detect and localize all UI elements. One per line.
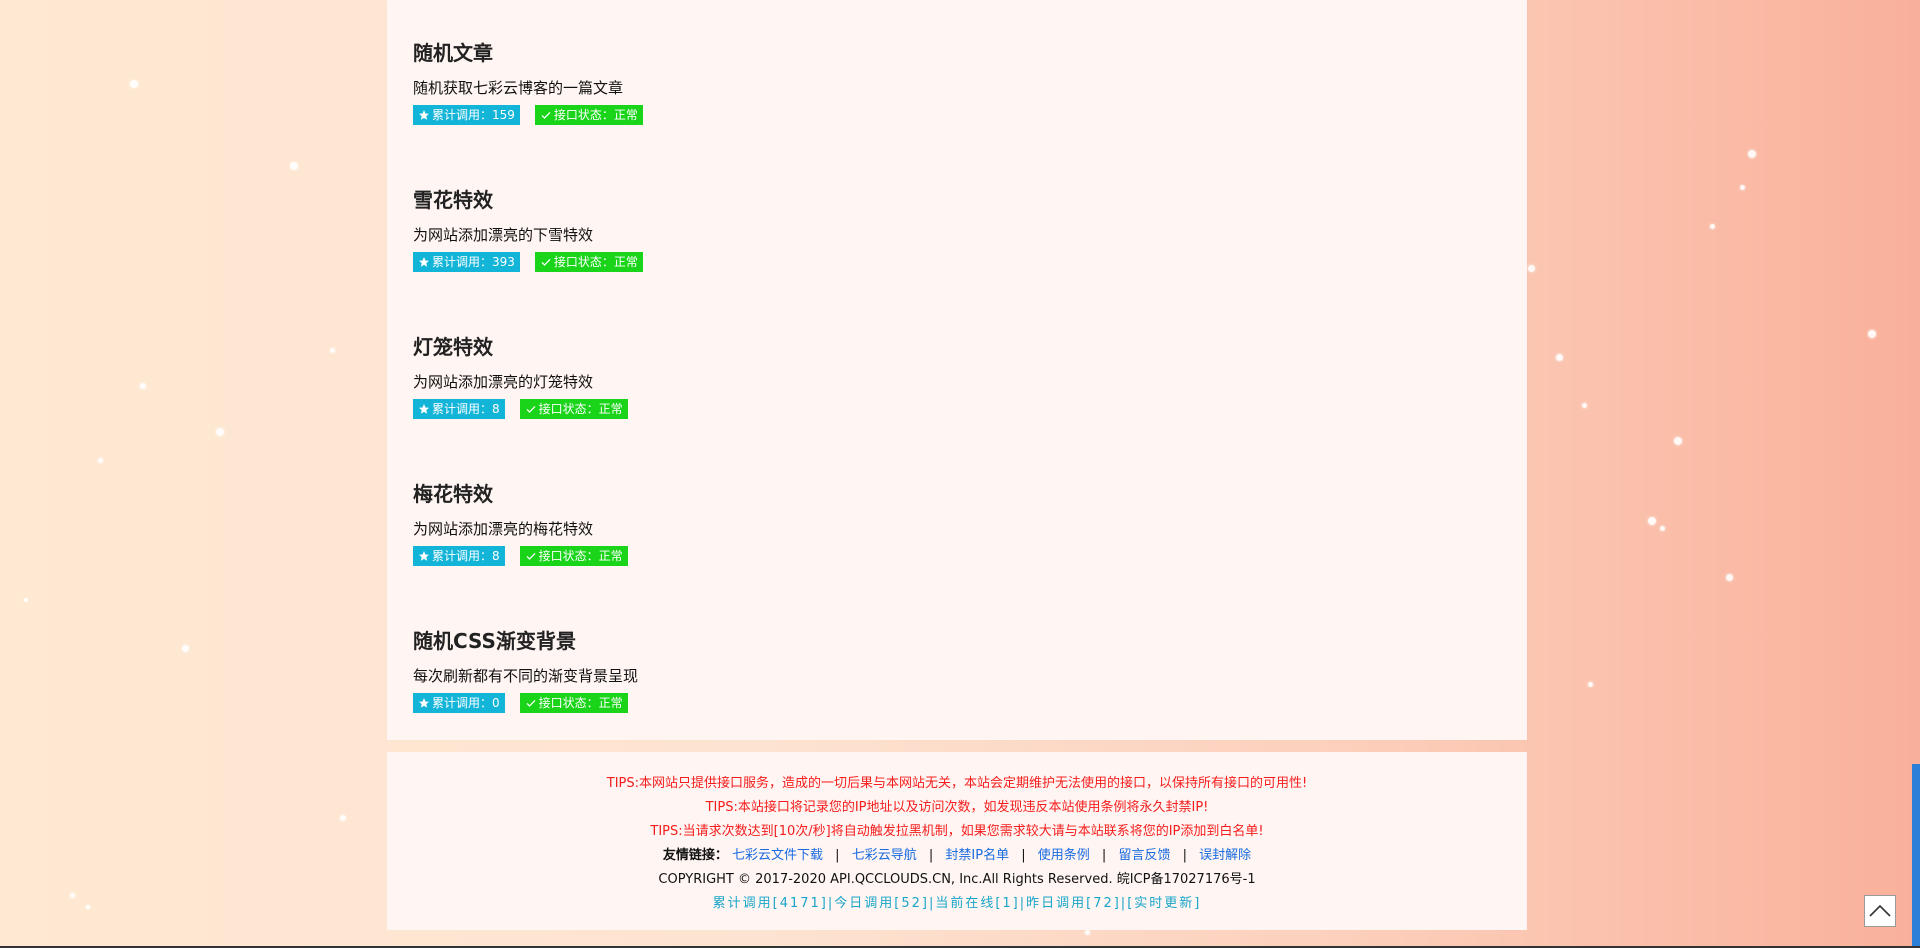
api-item: 雪花特效 为网站添加漂亮的下雪特效 累计调用：393 接口状态：正常 (413, 187, 643, 272)
snowflake (130, 80, 138, 88)
snowflake (1726, 574, 1733, 581)
snowflake (86, 905, 90, 909)
link-separator: | (1182, 848, 1187, 863)
status-badge: 接口状态：正常 (534, 252, 643, 272)
status-text: 接口状态：正常 (538, 696, 623, 710)
api-item: 随机CSS渐变背景 每次刷新都有不同的渐变背景呈现 累计调用：0 接口状态：正常 (413, 628, 638, 713)
calls-badge: 累计调用：0 (413, 693, 505, 713)
friend-links: 友情链接： 七彩云文件下载 | 七彩云导航 | 封禁IP名单 | 使用条例 | … (387, 844, 1527, 868)
calls-count: 累计调用：8 (432, 402, 500, 416)
api-title[interactable]: 梅花特效 (413, 481, 628, 507)
chevron-up-icon (1869, 904, 1891, 917)
snowflake (340, 815, 346, 821)
calls-badge: 累计调用：393 (413, 252, 520, 272)
calls-count: 累计调用：8 (432, 549, 500, 563)
star-icon (419, 110, 429, 120)
api-badges: 累计调用：8 接口状态：正常 (413, 399, 628, 419)
snowflake (1528, 265, 1535, 272)
api-description: 为网站添加漂亮的下雪特效 (413, 226, 594, 244)
link-navigation[interactable]: 七彩云导航 (852, 848, 917, 863)
back-to-top-button[interactable] (1864, 895, 1896, 927)
status-text: 接口状态：正常 (553, 108, 638, 122)
check-icon (526, 406, 536, 413)
api-item: 灯笼特效 为网站添加漂亮的灯笼特效 累计调用：8 接口状态：正常 (413, 334, 628, 419)
star-icon (419, 551, 429, 561)
api-description: 随机获取七彩云博客的一篇文章 (413, 79, 624, 97)
calls-badge: 累计调用：8 (413, 546, 505, 566)
site-footer: TIPS:本网站只提供接口服务，造成的一切后果与本网站无关，本站会定期维护无法使… (387, 752, 1527, 930)
snowflake (1588, 682, 1593, 687)
snowflake (1710, 224, 1715, 229)
api-badges: 累计调用：159 接口状态：正常 (413, 105, 643, 125)
api-description: 每次刷新都有不同的渐变背景呈现 (413, 667, 639, 685)
check-icon (541, 112, 551, 119)
snowflake (1556, 354, 1563, 361)
api-badges: 累计调用：393 接口状态：正常 (413, 252, 643, 272)
star-icon (419, 404, 429, 414)
snowflake (1740, 185, 1745, 190)
check-icon (541, 259, 551, 266)
tip-text: TIPS:本站接口将记录您的IP地址以及访问次数，如发现违反本站使用条例将永久封… (705, 800, 1209, 815)
api-badges: 累计调用：0 接口状态：正常 (413, 693, 638, 713)
api-badges: 累计调用：8 接口状态：正常 (413, 546, 628, 566)
link-separator: | (1101, 848, 1107, 863)
tip-text: TIPS:当请求次数达到[10次/秒]将自动触发拉黑机制，如果您需求较大请与本站… (650, 824, 1264, 839)
check-icon (526, 553, 536, 560)
api-title[interactable]: 雪花特效 (413, 187, 643, 213)
calls-count: 累计调用：159 (432, 108, 515, 122)
snowflake (140, 383, 146, 389)
scrollbar-thumb[interactable] (1912, 764, 1920, 948)
link-separator: | (928, 848, 934, 863)
snowflake (1648, 517, 1656, 525)
calls-badge: 累计调用：8 (413, 399, 505, 419)
snowflake (182, 645, 189, 652)
status-text: 接口状态：正常 (538, 549, 623, 563)
api-item: 随机文章 随机获取七彩云博客的一篇文章 累计调用：159 接口状态：正常 (413, 40, 643, 125)
calls-count: 累计调用：0 (432, 696, 500, 710)
snowflake (1660, 526, 1665, 531)
status-badge: 接口状态：正常 (519, 399, 628, 419)
snowflake (70, 893, 75, 898)
api-description: 为网站添加漂亮的梅花特效 (413, 520, 594, 538)
status-badge: 接口状态：正常 (519, 546, 628, 566)
copyright-text: COPYRIGHT © 2017-2020 API.QCCLOUDS.CN, I… (658, 872, 1256, 887)
link-separator: | (1021, 848, 1026, 863)
snowflake (330, 348, 335, 353)
link-feedback[interactable]: 留言反馈 (1118, 848, 1170, 863)
snowflake (98, 458, 103, 463)
tip-text: TIPS:本网站只提供接口服务，造成的一切后果与本网站无关，本站会定期维护无法使… (606, 776, 1308, 791)
status-badge: 接口状态：正常 (519, 693, 628, 713)
check-icon (526, 700, 536, 707)
link-terms-of-use[interactable]: 使用条例 (1038, 848, 1090, 863)
call-statistics: 累计调用[4171]|今日调用[52]|当前在线[1]|昨日调用[72]|[实时… (712, 896, 1202, 911)
api-title[interactable]: 随机CSS渐变背景 (413, 628, 638, 654)
friend-links-label: 友情链接： (662, 848, 728, 863)
snowflake (216, 428, 224, 436)
api-item: 梅花特效 为网站添加漂亮的梅花特效 累计调用：8 接口状态：正常 (413, 481, 628, 566)
link-unban[interactable]: 误封解除 (1199, 848, 1251, 863)
api-title[interactable]: 灯笼特效 (413, 334, 628, 360)
snowflake (1674, 437, 1682, 445)
link-file-download[interactable]: 七彩云文件下载 (732, 848, 823, 863)
snowflake (290, 162, 298, 170)
star-icon (419, 257, 429, 267)
snowflake (1085, 930, 1090, 935)
status-badge: 接口状态：正常 (534, 105, 643, 125)
api-title[interactable]: 随机文章 (413, 40, 643, 66)
snowflake (1748, 150, 1756, 158)
star-icon (419, 698, 429, 708)
api-description: 为网站添加漂亮的灯笼特效 (413, 373, 594, 391)
api-list-panel: 随机文章 随机获取七彩云博客的一篇文章 累计调用：159 接口状态：正常 雪花特… (387, 0, 1527, 740)
snowflake (1868, 330, 1876, 338)
calls-badge: 累计调用：159 (413, 105, 520, 125)
calls-count: 累计调用：393 (432, 255, 515, 269)
link-separator: | (835, 848, 840, 863)
status-text: 接口状态：正常 (538, 402, 623, 416)
snowflake (1582, 403, 1587, 408)
snowflake (24, 598, 28, 602)
link-banned-ip-list[interactable]: 封禁IP名单 (945, 848, 1009, 863)
status-text: 接口状态：正常 (553, 255, 638, 269)
